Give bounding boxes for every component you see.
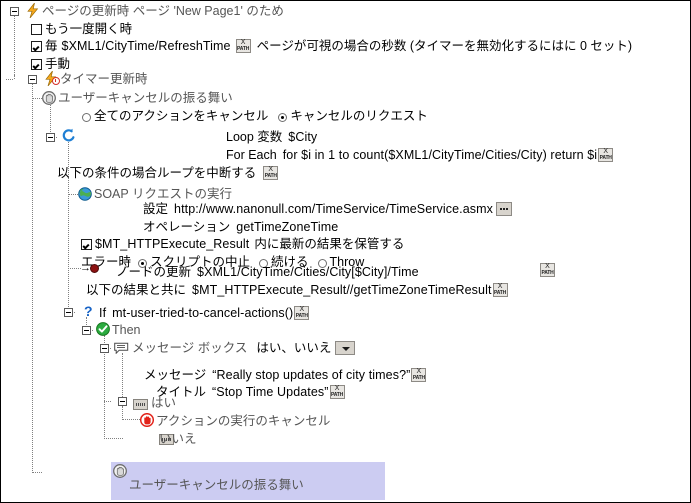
stop-hand-icon: [139, 412, 155, 428]
checkbox-every[interactable]: [31, 41, 42, 52]
xpath-icon[interactable]: X PATH: [540, 263, 555, 277]
xpath-icon[interactable]: X PATH: [329, 385, 345, 399]
xpath-icon-wrap: X PATH: [539, 263, 556, 277]
loop-icon: [62, 128, 76, 142]
expander-if[interactable]: [64, 308, 73, 317]
page-update-label[interactable]: ページの更新時 ページ 'New Page1' のため: [42, 2, 284, 20]
expander-timer-update[interactable]: [28, 75, 37, 84]
user-cancel-options[interactable]: 全てのアクションをキャンセル キャンセルのリクエスト: [82, 107, 428, 125]
clock-overlay-icon: [52, 77, 60, 85]
radio-request-cancel[interactable]: [278, 113, 288, 122]
design-tree-panel[interactable]: ページの更新時 ページ 'New Page1' のため もう一度開く時 毎 $XM…: [0, 0, 691, 503]
tree-guide: [32, 472, 42, 474]
title-row[interactable]: タイトル “Stop Time Updates” X PATH: [156, 383, 346, 401]
tree-guide: [6, 79, 13, 81]
tree-guide: [14, 15, 16, 75]
browse-ellipsis-button[interactable]: [495, 202, 512, 216]
expander-message-box[interactable]: [100, 344, 109, 353]
loop-foreach-value[interactable]: for $i in 1 to count($XML1/CityTime/Citi…: [283, 148, 597, 162]
title-value[interactable]: “Stop Time Updates”: [212, 385, 329, 399]
tree-guide: [104, 438, 123, 440]
yes-branch-label[interactable]: はい: [151, 394, 176, 412]
loop-variable-row[interactable]: Loop 変数 $City: [226, 128, 317, 146]
tree-guide: [122, 353, 124, 401]
soap-operation-row[interactable]: オペレーション getTimeZoneTime: [143, 218, 338, 236]
update-node-with-row[interactable]: 以下の結果と共に $MT_HTTPExecute_Result//getTimeZ…: [86, 281, 509, 299]
selected-user-cancel-label[interactable]: ユーザーキャンセルの振る舞い: [129, 476, 690, 494]
timer-update-label[interactable]: タイマー更新時: [60, 70, 148, 88]
radio-cancel-all-actions[interactable]: [82, 113, 91, 122]
message-value[interactable]: “Really stop updates of city times?”: [212, 368, 410, 382]
check-circle-icon: [96, 322, 110, 336]
loop-variable-value[interactable]: $City: [288, 130, 317, 144]
button-icon-yes: [133, 399, 148, 410]
if-row[interactable]: If mt-user-tried-to-cancel-actions() X PATH: [99, 304, 310, 322]
cancel-action-label[interactable]: アクションの実行のキャンセル: [156, 412, 330, 430]
lightning-bolt-timer-icon: [44, 71, 60, 86]
soap-setting-value[interactable]: http://www.nanonull.com/TimeService/Time…: [174, 202, 493, 216]
lightning-bolt-icon: [26, 3, 39, 18]
tree-guide: [122, 419, 140, 421]
user-cancel-label[interactable]: ユーザーキャンセルの振る舞い: [58, 89, 233, 107]
if-condition-value[interactable]: mt-user-tried-to-cancel-actions(): [112, 306, 293, 320]
message-row[interactable]: メッセージ “Really stop updates of city times?…: [144, 366, 427, 384]
expander-yes-branch[interactable]: [118, 397, 127, 406]
tree-guide: [104, 401, 111, 403]
message-bubble-icon: [114, 342, 129, 355]
message-box-label[interactable]: メッセージ ボックス はい、いいえ: [132, 339, 356, 357]
checkbox-reopen[interactable]: [31, 24, 42, 35]
xpath-icon[interactable]: X PATH: [598, 148, 614, 162]
expander-page-update[interactable]: [10, 7, 19, 16]
loop-break-row[interactable]: 以下の条件の場合ループを中断する X PATH: [57, 164, 279, 182]
soap-setting-row[interactable]: 設定 http://www.nanonull.com/TimeService/Ti…: [143, 200, 512, 218]
update-node-value[interactable]: $XML1/CityTime/Cities/City[$City]/Time: [197, 265, 419, 279]
tree-guide: [32, 98, 42, 100]
node-dot-icon: [90, 264, 99, 273]
soap-operation-value[interactable]: getTimeZoneTime: [236, 220, 338, 234]
checkbox-store-result[interactable]: [81, 239, 92, 250]
update-node-with-value[interactable]: $MT_HTTPExecute_Result//getTimeZoneTimeR…: [192, 283, 492, 297]
xpath-icon[interactable]: X PATH: [411, 368, 427, 382]
then-label[interactable]: Then: [112, 321, 141, 339]
option-every[interactable]: 毎 $XML1/CityTime/RefreshTime X PATH ページが可視の場…: [31, 37, 632, 55]
xpath-icon[interactable]: X PATH: [235, 39, 251, 53]
soap-store-result-row[interactable]: $MT_HTTPExecute_Result 内に最新の結果を保管する: [81, 235, 404, 253]
xpath-icon[interactable]: X PATH: [492, 283, 508, 297]
globe-soap-icon: [78, 187, 92, 201]
checkbox-manual[interactable]: [31, 59, 42, 70]
tree-guide: [122, 406, 124, 420]
no-branch-label[interactable]: いいえ: [159, 430, 197, 448]
expander-then[interactable]: [82, 326, 91, 335]
update-node-row[interactable]: ノードの更新 $XML1/CityTime/Cities/City[$City]/…: [116, 263, 419, 281]
refresh-xpath-value[interactable]: $XML1/CityTime/RefreshTime: [62, 39, 231, 53]
xpath-icon[interactable]: X PATH: [294, 306, 310, 320]
tree-guide: [32, 83, 34, 473]
chevron-down-icon[interactable]: [335, 341, 356, 355]
tree-guide: [68, 194, 78, 196]
hand-stop-icon-selected: [113, 464, 127, 478]
expander-loop[interactable]: [46, 133, 55, 142]
xpath-icon[interactable]: X PATH: [263, 166, 279, 180]
loop-foreach-row[interactable]: For Each for $i in 1 to count($XML1/CityT…: [226, 146, 614, 164]
message-box-buttons-value[interactable]: はい、いいえ: [256, 341, 331, 355]
question-mark-icon: ?: [84, 303, 93, 319]
tree-guide: [14, 75, 16, 79]
option-reopen[interactable]: もう一度開く時: [31, 20, 132, 38]
hand-stop-icon: [42, 91, 56, 105]
